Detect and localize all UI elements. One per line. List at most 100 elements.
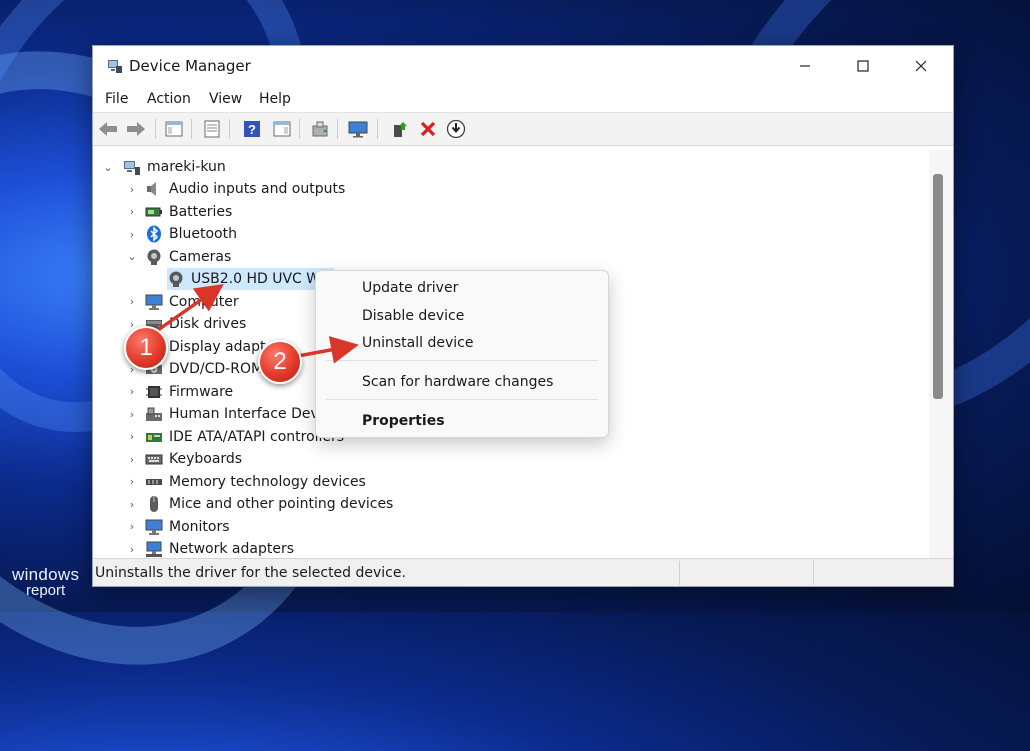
tree-item-label: Memory technology devices xyxy=(169,473,366,490)
context-update-driver[interactable]: Update driver xyxy=(362,280,458,296)
add-driver-icon xyxy=(394,122,407,137)
chevron-right-icon[interactable]: › xyxy=(127,205,137,218)
tree-item[interactable]: Cameras xyxy=(145,246,231,268)
toolbar-separator xyxy=(155,119,156,139)
tree-item[interactable]: Human Interface Devic xyxy=(145,403,330,425)
back-arrow-icon xyxy=(99,122,117,136)
tree-item[interactable]: Mice and other pointing devices xyxy=(145,493,393,515)
menu-action[interactable]: Action xyxy=(147,91,191,107)
tree-item[interactable]: Bluetooth xyxy=(145,223,237,245)
ide-icon xyxy=(146,432,162,442)
chevron-right-icon[interactable]: › xyxy=(127,475,137,488)
toolbar-separator xyxy=(337,119,338,139)
context-disable-device[interactable]: Disable device xyxy=(362,308,464,324)
forward-button[interactable] xyxy=(125,118,147,140)
close-icon xyxy=(915,60,927,72)
context-scan-hardware[interactable]: Scan for hardware changes xyxy=(362,374,553,390)
mouse-icon xyxy=(150,496,158,512)
tree-item-label: DVD/CD-ROM xyxy=(169,361,264,377)
status-text: Uninstalls the driver for the selected d… xyxy=(95,565,406,581)
minimize-button[interactable] xyxy=(777,46,833,86)
scrollbar-thumb[interactable] xyxy=(933,174,943,399)
tree-item-label: Batteries xyxy=(169,203,233,220)
window-title: Device Manager xyxy=(129,57,251,75)
context-separator xyxy=(326,360,598,361)
tree-item-label: USB2.0 HD UVC We xyxy=(191,271,328,287)
tree-item-label: Network adapters xyxy=(169,541,294,557)
chevron-right-icon[interactable]: › xyxy=(127,520,137,533)
tree-item-label: Human Interface Devic xyxy=(169,406,331,422)
close-button[interactable] xyxy=(893,46,949,86)
chevron-right-icon[interactable]: › xyxy=(127,543,137,556)
download-button[interactable] xyxy=(445,118,467,140)
svg-text:?: ? xyxy=(248,122,256,137)
computer-icon xyxy=(145,294,163,310)
toolbar-separator xyxy=(191,119,192,139)
tree-item[interactable]: Computer xyxy=(145,291,239,313)
scan-hardware-button[interactable] xyxy=(347,118,369,140)
tree-item[interactable]: Firmware xyxy=(145,381,233,403)
minimize-icon xyxy=(800,65,810,67)
status-divider xyxy=(813,561,814,585)
red-x-icon xyxy=(420,121,436,137)
tree-item-label: Firmware xyxy=(169,383,234,400)
tree-item[interactable]: Memory technology devices xyxy=(145,471,366,493)
tree-root[interactable]: mareki-kun xyxy=(123,156,226,178)
tree-item-label: Display adapt xyxy=(169,338,266,355)
webcam-icon xyxy=(169,271,183,287)
chevron-down-icon[interactable]: ⌄ xyxy=(127,250,137,263)
chevron-right-icon[interactable]: › xyxy=(127,385,137,398)
title-bar: Device Manager xyxy=(93,46,953,86)
menu-bar: File Action View Help xyxy=(93,86,953,112)
camera-icon xyxy=(147,249,161,265)
vertical-scrollbar[interactable] xyxy=(929,150,953,558)
logo-line-2: report xyxy=(26,582,66,599)
toolbar-separator xyxy=(229,119,230,139)
tree-item[interactable]: Keyboards xyxy=(145,448,242,470)
tree-item[interactable]: Monitors xyxy=(145,516,230,538)
battery-icon xyxy=(145,207,162,216)
uninstall-button[interactable] xyxy=(417,118,439,140)
context-uninstall-device[interactable]: Uninstall device xyxy=(362,335,473,351)
context-properties[interactable]: Properties xyxy=(362,413,445,429)
toolbar-separator xyxy=(377,119,378,139)
chevron-right-icon[interactable]: › xyxy=(127,498,137,511)
chevron-down-icon[interactable]: ⌄ xyxy=(103,161,113,174)
menu-view[interactable]: View xyxy=(209,91,242,107)
annotation-badge-1: 1 xyxy=(124,326,168,370)
chevron-right-icon[interactable]: › xyxy=(127,228,137,241)
network-icon xyxy=(146,541,162,557)
tree-item[interactable]: Audio inputs and outputs xyxy=(145,178,345,200)
tree-item[interactable]: Network adapters xyxy=(145,538,294,560)
maximize-button[interactable] xyxy=(835,46,891,86)
update-driver-button[interactable] xyxy=(309,118,331,140)
chevron-right-icon[interactable]: › xyxy=(127,453,137,466)
help-button[interactable]: ? xyxy=(241,118,263,140)
back-button[interactable] xyxy=(97,118,119,140)
status-bar: Uninstalls the driver for the selected d… xyxy=(93,558,953,586)
menu-help[interactable]: Help xyxy=(259,91,291,107)
add-driver-button[interactable] xyxy=(389,118,411,140)
chevron-right-icon[interactable]: › xyxy=(127,183,137,196)
hid-icon xyxy=(146,407,162,421)
tree-item[interactable]: USB2.0 HD UVC We xyxy=(167,268,334,290)
menu-file[interactable]: File xyxy=(105,91,128,107)
action-pane-icon xyxy=(273,121,291,137)
tree-item[interactable]: Batteries xyxy=(145,201,232,223)
monitor-icon xyxy=(145,519,163,535)
toolbar-separator xyxy=(299,119,300,139)
show-action-pane-button[interactable] xyxy=(271,118,293,140)
tree-root-label: mareki-kun xyxy=(147,159,226,175)
windows-report-logo: windows report xyxy=(12,566,79,598)
properties-button[interactable] xyxy=(201,118,223,140)
computer-root-icon xyxy=(124,161,140,175)
show-hide-console-tree-button[interactable] xyxy=(163,118,185,140)
tree-item-label: Cameras xyxy=(169,248,232,265)
help-icon: ? xyxy=(244,121,260,137)
tree-item[interactable]: DVD/CD-ROMes xyxy=(145,358,331,380)
scan-monitor-icon xyxy=(348,121,368,138)
chevron-right-icon[interactable]: › xyxy=(127,295,137,308)
tree-item-label: Disk drives xyxy=(169,316,247,332)
chevron-right-icon[interactable]: › xyxy=(127,430,137,443)
chevron-right-icon[interactable]: › xyxy=(127,408,137,421)
